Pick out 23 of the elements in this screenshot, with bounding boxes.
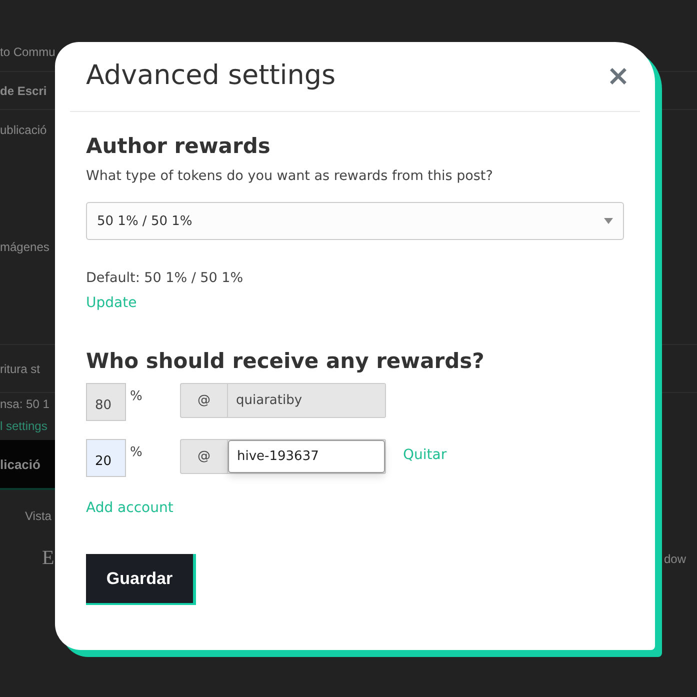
background-text: nsa: 50 1 (0, 397, 50, 411)
section-heading: Author rewards (86, 134, 272, 158)
reward-type-select[interactable]: 50 1% / 50 1% (86, 202, 624, 240)
percent-sign: % (130, 389, 144, 404)
background-text: mágenes (0, 240, 50, 254)
section-heading: Who should receive any rewards? (86, 349, 486, 373)
percent-sign: % (130, 445, 144, 460)
close-button[interactable]: × (606, 62, 630, 90)
save-button[interactable]: Guardar (86, 554, 196, 605)
background-text: E (42, 546, 54, 570)
question-text: What type of tokens do you want as rewards from this post? (86, 168, 494, 184)
account-field[interactable]: @ hive-193637 (180, 439, 386, 474)
background-text: ritura st (0, 362, 40, 376)
background-text: to Commu (0, 45, 56, 59)
background-text: l settings (0, 419, 48, 433)
caret-icon (604, 218, 613, 224)
default-text: Default: 50 1% / 50 1% (86, 270, 244, 286)
dialog-title: Advanced settings (86, 60, 336, 91)
background-text: ublicació (0, 123, 47, 137)
background-text: Vista (25, 508, 52, 522)
background-text: de Escri (0, 84, 47, 98)
percent-field[interactable]: 20 (86, 439, 126, 477)
background-text: dow (664, 552, 686, 566)
